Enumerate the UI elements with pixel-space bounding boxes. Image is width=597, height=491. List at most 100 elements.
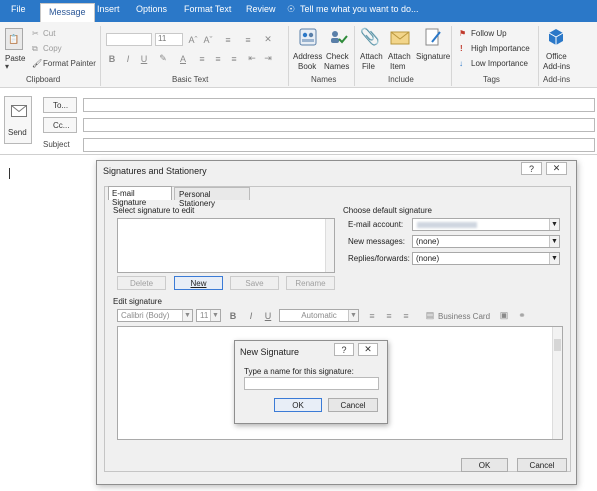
attach-item-label-1[interactable]: Attach	[388, 52, 411, 61]
new-messages-value: (none)	[416, 237, 440, 246]
bullets-icon[interactable]: ≡	[222, 33, 234, 46]
tab-insert[interactable]: Insert	[97, 4, 120, 14]
signature-list-scrollbar[interactable]	[325, 219, 334, 272]
new-messages-select[interactable]: (none) ▼	[412, 235, 560, 248]
delete-button[interactable]: Delete	[117, 276, 166, 290]
copy-icon[interactable]: ⧉	[32, 44, 38, 54]
replies-forwards-select[interactable]: (none) ▼	[412, 252, 560, 265]
office-addins-label-2[interactable]: Add-ins	[543, 62, 570, 71]
highlight-icon[interactable]: ✎	[156, 52, 170, 65]
align-left-icon[interactable]: ≡	[196, 52, 208, 65]
business-card-button[interactable]: Business Card	[438, 312, 490, 321]
send-label: Send	[8, 128, 27, 137]
tab-format-text[interactable]: Format Text	[184, 4, 231, 14]
grow-font-icon[interactable]: Aˆ	[187, 33, 199, 46]
underline-icon[interactable]: U	[138, 52, 150, 65]
attach-file-label-1[interactable]: Attach	[360, 52, 383, 61]
group-label-clipboard: Clipboard	[26, 75, 61, 84]
dialog-ok-button[interactable]: OK	[461, 458, 508, 472]
editor-scrollbar[interactable]	[552, 327, 562, 439]
cc-button[interactable]: Cc...	[43, 117, 77, 133]
high-importance-button[interactable]: High Importance	[471, 44, 530, 53]
editor-scrollbar-thumb[interactable]	[554, 339, 561, 351]
cut-icon[interactable]: ✂	[32, 29, 39, 38]
font-color-select[interactable]: Automatic ▼	[279, 309, 359, 322]
italic-icon[interactable]: I	[122, 52, 134, 65]
font-size-combo[interactable]: 11	[155, 33, 183, 46]
increase-indent-icon[interactable]: ⇥	[262, 52, 274, 65]
tab-email-signature[interactable]: E-mail Signature	[108, 186, 172, 207]
rename-button[interactable]: Rename	[286, 276, 335, 290]
align-center-icon[interactable]: ≡	[383, 309, 395, 322]
font-color-icon[interactable]: A	[176, 52, 190, 65]
align-right-icon[interactable]: ≡	[228, 52, 240, 65]
signature-button[interactable]: Signature	[416, 52, 450, 61]
address-book-icon[interactable]	[297, 26, 319, 48]
office-addins-label-1[interactable]: Office	[546, 52, 567, 61]
tell-me-box[interactable]: Tell me what you want to do...	[300, 4, 419, 14]
tab-file[interactable]: File	[11, 4, 26, 14]
to-field[interactable]	[83, 98, 595, 112]
signature-list[interactable]	[117, 218, 335, 273]
clear-formatting-icon[interactable]: ✕	[262, 33, 274, 46]
cc-field[interactable]	[83, 118, 595, 132]
dialog-cancel-button[interactable]: Cancel	[517, 458, 567, 472]
paste-dropdown-icon[interactable]: ▾	[5, 62, 9, 71]
underline-icon[interactable]: U	[262, 309, 274, 322]
attach-file-label-2[interactable]: File	[362, 62, 375, 71]
tab-message[interactable]: Message	[40, 3, 95, 22]
tab-personal-stationery[interactable]: Personal Stationery	[174, 187, 250, 208]
new-signature-close-button[interactable]: ✕	[358, 343, 378, 356]
hyperlink-icon[interactable]: ⚭	[515, 309, 529, 322]
copy-button[interactable]: Copy	[43, 44, 62, 53]
office-addins-icon[interactable]	[546, 26, 566, 48]
format-painter-icon[interactable]: 🖌	[32, 59, 42, 68]
subject-label: Subject	[43, 140, 70, 149]
new-signature-name-input[interactable]	[244, 377, 379, 390]
bold-icon[interactable]: B	[106, 52, 118, 65]
paste-icon[interactable]: 📋	[5, 28, 23, 50]
new-signature-help-button[interactable]: ?	[334, 343, 354, 356]
replies-forwards-label: Replies/forwards:	[348, 254, 410, 263]
italic-icon[interactable]: I	[245, 309, 257, 322]
tab-options[interactable]: Options	[136, 4, 167, 14]
align-right-icon[interactable]: ≡	[400, 309, 412, 322]
save-button[interactable]: Save	[230, 276, 279, 290]
address-book-label-1[interactable]: Address	[293, 52, 322, 61]
numbering-icon[interactable]: ≡	[242, 33, 254, 46]
attach-item-label-2[interactable]: Item	[390, 62, 406, 71]
attach-item-icon[interactable]	[389, 26, 411, 48]
font-size-select[interactable]: 11 ▼	[196, 309, 221, 322]
format-painter-button[interactable]: Format Painter	[43, 59, 96, 68]
shrink-font-icon[interactable]: Aˇ	[202, 33, 214, 46]
bold-icon[interactable]: B	[227, 309, 239, 322]
new-signature-cancel-button[interactable]: Cancel	[328, 398, 378, 412]
new-button[interactable]: New	[174, 276, 223, 290]
check-names-label-1[interactable]: Check	[326, 52, 349, 61]
address-book-label-2[interactable]: Book	[298, 62, 316, 71]
subject-field[interactable]	[83, 138, 595, 152]
check-names-label-2[interactable]: Names	[324, 62, 349, 71]
follow-up-button[interactable]: Follow Up	[471, 29, 507, 38]
decrease-indent-icon[interactable]: ⇤	[246, 52, 258, 65]
email-account-select[interactable]: ▼	[412, 218, 560, 231]
align-center-icon[interactable]: ≡	[212, 52, 224, 65]
paperclip-icon[interactable]: 📎	[360, 26, 380, 48]
signature-icon[interactable]	[422, 26, 444, 48]
to-button[interactable]: To...	[43, 97, 77, 113]
low-importance-button[interactable]: Low Importance	[471, 59, 528, 68]
dialog-close-button[interactable]: ✕	[546, 162, 567, 175]
new-signature-ok-button[interactable]: OK	[274, 398, 322, 412]
font-name-combo[interactable]	[106, 33, 152, 46]
check-names-icon[interactable]	[327, 26, 349, 48]
dialog-help-button[interactable]: ?	[521, 162, 542, 175]
align-left-icon[interactable]: ≡	[366, 309, 378, 322]
send-button[interactable]: Send	[4, 96, 32, 144]
font-size-value: 11	[200, 311, 209, 320]
business-card-icon[interactable]: ▤	[424, 309, 436, 322]
cut-button[interactable]: Cut	[43, 29, 55, 38]
edit-signature-label: Edit signature	[113, 297, 162, 306]
font-name-select[interactable]: Calibri (Body) ▼	[117, 309, 193, 322]
tab-review[interactable]: Review	[246, 4, 276, 14]
insert-picture-icon[interactable]: ▣	[497, 309, 511, 322]
